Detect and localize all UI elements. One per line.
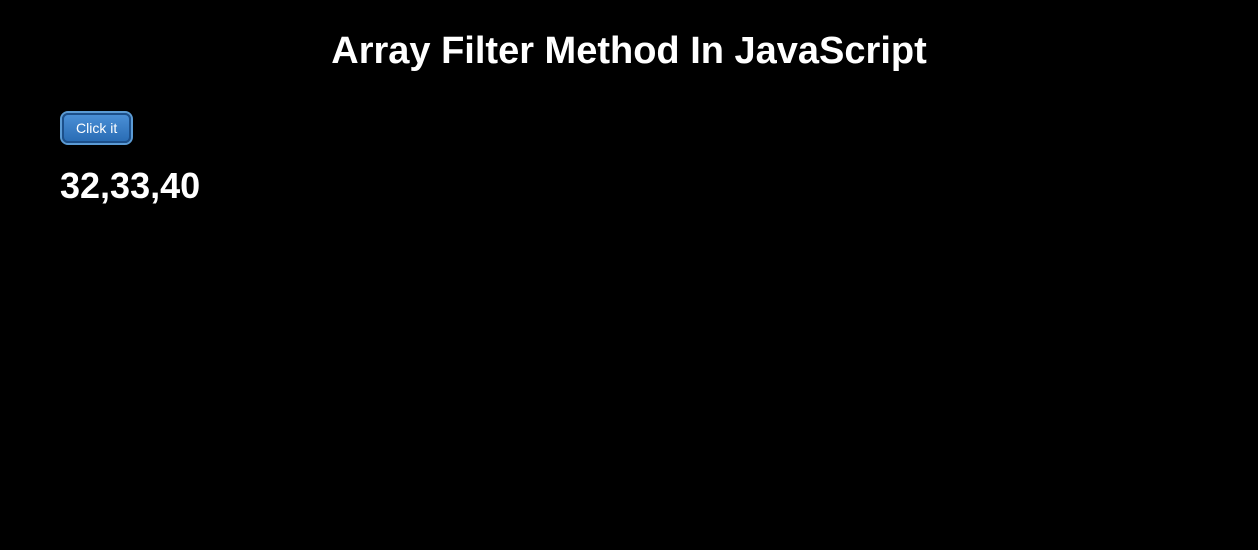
- click-it-button[interactable]: Click it: [62, 113, 131, 143]
- result-output: 32,33,40: [60, 165, 1198, 207]
- page-title: Array Filter Method In JavaScript: [60, 30, 1198, 73]
- page-container: Array Filter Method In JavaScript Click …: [0, 0, 1258, 227]
- controls-row: Click it: [62, 113, 1198, 143]
